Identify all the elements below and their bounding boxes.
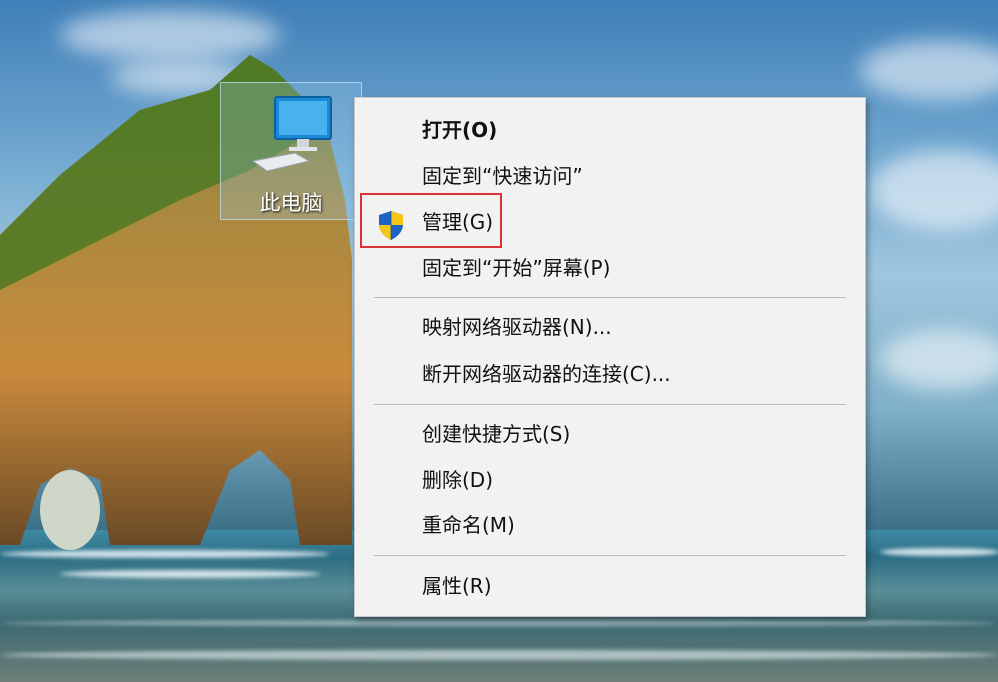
highlight-box — [360, 193, 502, 248]
menu-item-label: 重命名(M) — [422, 513, 515, 537]
menu-separator — [374, 404, 846, 405]
menu-separator — [374, 555, 846, 556]
menu-separator — [374, 297, 846, 298]
this-pc-label: 此电脑 — [259, 191, 323, 215]
menu-item-label: 固定到“开始”屏幕(P) — [422, 256, 611, 280]
menu-item-properties[interactable]: 属性(R) — [355, 564, 865, 608]
menu-item-label: 删除(D) — [422, 468, 494, 492]
menu-item-map-network-drive[interactable]: 映射网络驱动器(N)... — [355, 305, 865, 349]
menu-item-delete[interactable]: 删除(D) — [355, 458, 865, 502]
menu-item-label: 打开(O) — [422, 118, 498, 142]
menu-item-label: 固定到“快速访问” — [422, 164, 583, 188]
context-menu: 打开(O) 固定到“快速访问” 管理(G) 固定到“开始”屏幕(P) 映射网络驱… — [354, 97, 866, 617]
menu-item-label: 创建快捷方式(S) — [422, 422, 571, 446]
menu-item-label: 属性(R) — [422, 574, 492, 598]
menu-item-open[interactable]: 打开(O) — [355, 108, 865, 152]
menu-item-pin-quick-access[interactable]: 固定到“快速访问” — [355, 154, 865, 198]
menu-item-create-shortcut[interactable]: 创建快捷方式(S) — [355, 412, 865, 456]
this-pc-desktop-icon[interactable]: 此电脑 — [220, 82, 362, 220]
menu-item-disconnect-network-drive[interactable]: 断开网络驱动器的连接(C)... — [355, 352, 865, 396]
menu-item-pin-start[interactable]: 固定到“开始”屏幕(P) — [355, 246, 865, 290]
menu-item-label: 断开网络驱动器的连接(C)... — [422, 362, 671, 386]
menu-item-rename[interactable]: 重命名(M) — [355, 503, 865, 547]
menu-item-label: 映射网络驱动器(N)... — [422, 315, 612, 339]
computer-icon — [251, 96, 332, 172]
